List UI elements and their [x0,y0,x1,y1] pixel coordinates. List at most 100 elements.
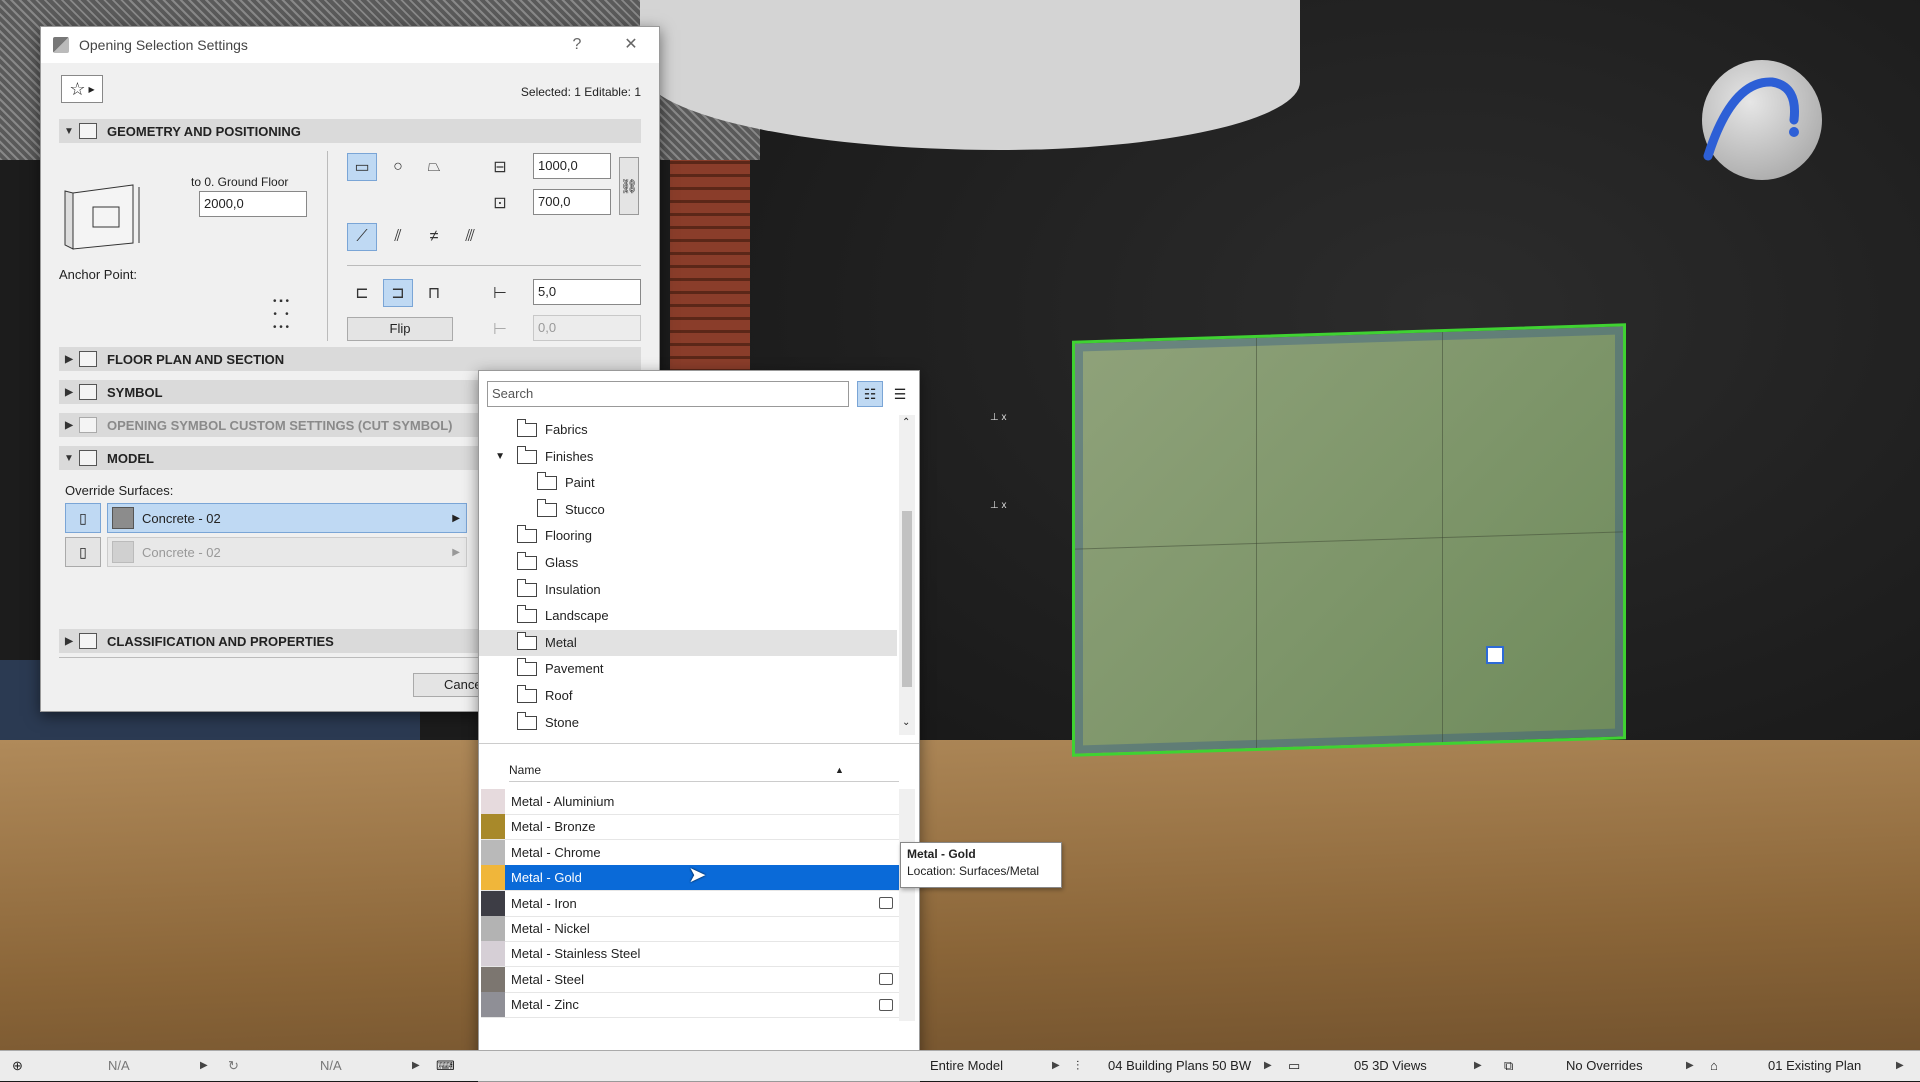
search-input[interactable]: Search [487,381,849,407]
surface-list-item[interactable]: Metal - Nickel [481,916,899,942]
surface-list-item[interactable]: Metal - Aluminium [481,789,899,815]
selected-opening[interactable] [1072,323,1626,757]
folder-icon [517,605,537,624]
arrow-icon[interactable]: ▶ [1896,1051,1904,1081]
elevation-field[interactable]: 2000,0 [199,191,307,217]
folder-label: Finishes [545,448,594,464]
tree-view-icon: ☷ [863,386,877,402]
views-icon[interactable]: ▭ [1288,1051,1300,1081]
offset2-field: 0,0 [533,315,641,341]
folder-icon [517,658,537,677]
rotate-icon[interactable]: ↻ [228,1051,239,1081]
arrow-icon[interactable]: ▶ [1474,1051,1482,1081]
folder-item[interactable]: Roof [479,683,897,709]
offset2-icon: ⊢ [493,321,507,338]
overrides-icon[interactable]: ⧉ [1504,1051,1513,1081]
arrow-icon[interactable]: ▶ [1264,1051,1272,1081]
zoom-icon[interactable]: ⊕ [12,1051,23,1081]
help-button[interactable]: ? [565,33,589,57]
rectangle-shape-button[interactable]: ▭ [347,153,377,181]
surface-list-item[interactable]: Metal - Iron [481,890,899,917]
custom-shape-button[interactable]: ⏢ [419,153,449,181]
keyboard-icon[interactable]: ⌨ [436,1051,455,1081]
folder-item[interactable]: Insulation [479,577,897,603]
dropdown-arrow-icon: ▶ [452,546,460,558]
renovation-icon[interactable]: ⌂ [1710,1051,1718,1081]
surface-dropdown-1[interactable]: Concrete - 02 ▶ [107,503,467,533]
surface-list-item[interactable]: Metal - Bronze [481,814,899,841]
folder-item[interactable]: Flooring [479,523,897,549]
list-scrollbar[interactable] [899,789,915,1021]
collapse-arrow-icon: ▼ [64,125,74,137]
offset-field[interactable]: 5,0 [533,279,641,305]
surface-swatch [481,966,505,992]
orientation-4-button[interactable]: ⫻ [455,223,485,251]
circle-shape-button[interactable]: ○ [383,153,413,181]
orientation-1-button[interactable]: ⟋ [347,223,377,251]
reveal-icon: ⊐ [391,285,405,302]
folder-label: Roof [545,688,573,703]
favorites-star-button[interactable]: ☆ ▶ [61,75,103,103]
folder-item[interactable]: Stucco [479,497,897,523]
flip-button[interactable]: Flip [347,317,453,341]
orientation-3-button[interactable]: ≠ [419,223,449,251]
arrow-icon[interactable]: ▶ [200,1051,208,1081]
override-toggle-1[interactable]: ▯ [65,503,101,533]
status-existing[interactable]: 01 Existing Plan [1768,1051,1861,1081]
app-icon [53,37,69,53]
anchor-point-grid[interactable]: • ▪ • • • • • • [261,295,301,335]
folder-item[interactable]: Paint [479,470,897,496]
reveal-3-button[interactable]: ⊓ [419,279,449,307]
override-toggle-2[interactable]: ▯ [65,537,101,567]
section-geometry[interactable]: ▼ GEOMETRY AND POSITIONING [59,119,641,143]
status-plans[interactable]: 04 Building Plans 50 BW [1108,1051,1251,1081]
section-floor-plan[interactable]: ▶ FLOOR PLAN AND SECTION [59,347,641,371]
expand-arrow-icon: ▶ [65,635,73,647]
list-view-button[interactable]: ☰ [887,381,913,407]
close-button[interactable]: ✕ [619,33,643,57]
scroll-up-icon[interactable]: ⌃ [902,417,910,428]
edit-handle-icon[interactable] [1486,646,1504,664]
surface-list: Metal - Aluminium Metal - Bronze Metal - C… [479,759,919,1079]
folder-item[interactable]: ▼ Finishes [479,444,897,470]
tree-scrollbar[interactable]: ⌃ ⌄ [899,415,915,735]
folder-item[interactable]: Pavement [479,656,897,682]
expand-arrow-icon[interactable]: ▼ [479,444,509,470]
folder-item[interactable]: Stone [479,710,897,736]
height-field[interactable]: 700,0 [533,189,611,215]
reveal-2-button[interactable]: ⊐ [383,279,413,307]
folder-item[interactable]: Landscape [479,603,897,629]
folder-item[interactable]: Fabrics [479,417,897,443]
status-overrides[interactable]: No Overrides [1566,1051,1643,1081]
status-model[interactable]: Entire Model [930,1051,1003,1081]
folder-item[interactable]: Metal [479,629,897,656]
reveal-1-button[interactable]: ⊏ [347,279,377,307]
surface-list-item[interactable]: Metal - Stainless Steel [481,941,899,968]
dialog-titlebar[interactable]: Opening Selection Settings ? ✕ [41,27,659,63]
surface-swatch [112,541,134,563]
folder-item[interactable]: Glass [479,550,897,576]
texture-icon [879,973,893,986]
width-field[interactable]: 1000,0 [533,153,611,179]
surface-swatch [481,839,505,865]
surface-list-item[interactable]: Metal - Steel [481,966,899,993]
link-chain-button[interactable]: ⛓ [619,157,639,215]
surface-list-item[interactable]: Metal - Zinc [481,992,899,1019]
scroll-thumb[interactable] [902,511,912,687]
surface-swatch [481,890,505,916]
dropdown-arrow-icon: ▶ [452,512,460,524]
tree-view-button[interactable]: ☷ [857,381,883,407]
folder-label: Landscape [545,608,609,624]
offset-icon: ⊢ [493,285,507,302]
surface-name: Metal - Bronze [511,819,596,835]
surface-swatch [481,865,505,891]
orientation-2-button[interactable]: ⫽ [383,223,413,251]
scroll-down-icon[interactable]: ⌄ [902,717,910,728]
arrow-icon[interactable]: ▶ [1052,1051,1060,1081]
status-views[interactable]: 05 3D Views [1354,1051,1427,1081]
arrow-icon[interactable]: ▶ [412,1051,420,1081]
surface-name: Metal - Aluminium [511,794,615,809]
chain-icon: ⛓ [620,178,638,194]
layer-icon[interactable]: ⫶ [1076,1051,1079,1081]
arrow-icon[interactable]: ▶ [1686,1051,1694,1081]
